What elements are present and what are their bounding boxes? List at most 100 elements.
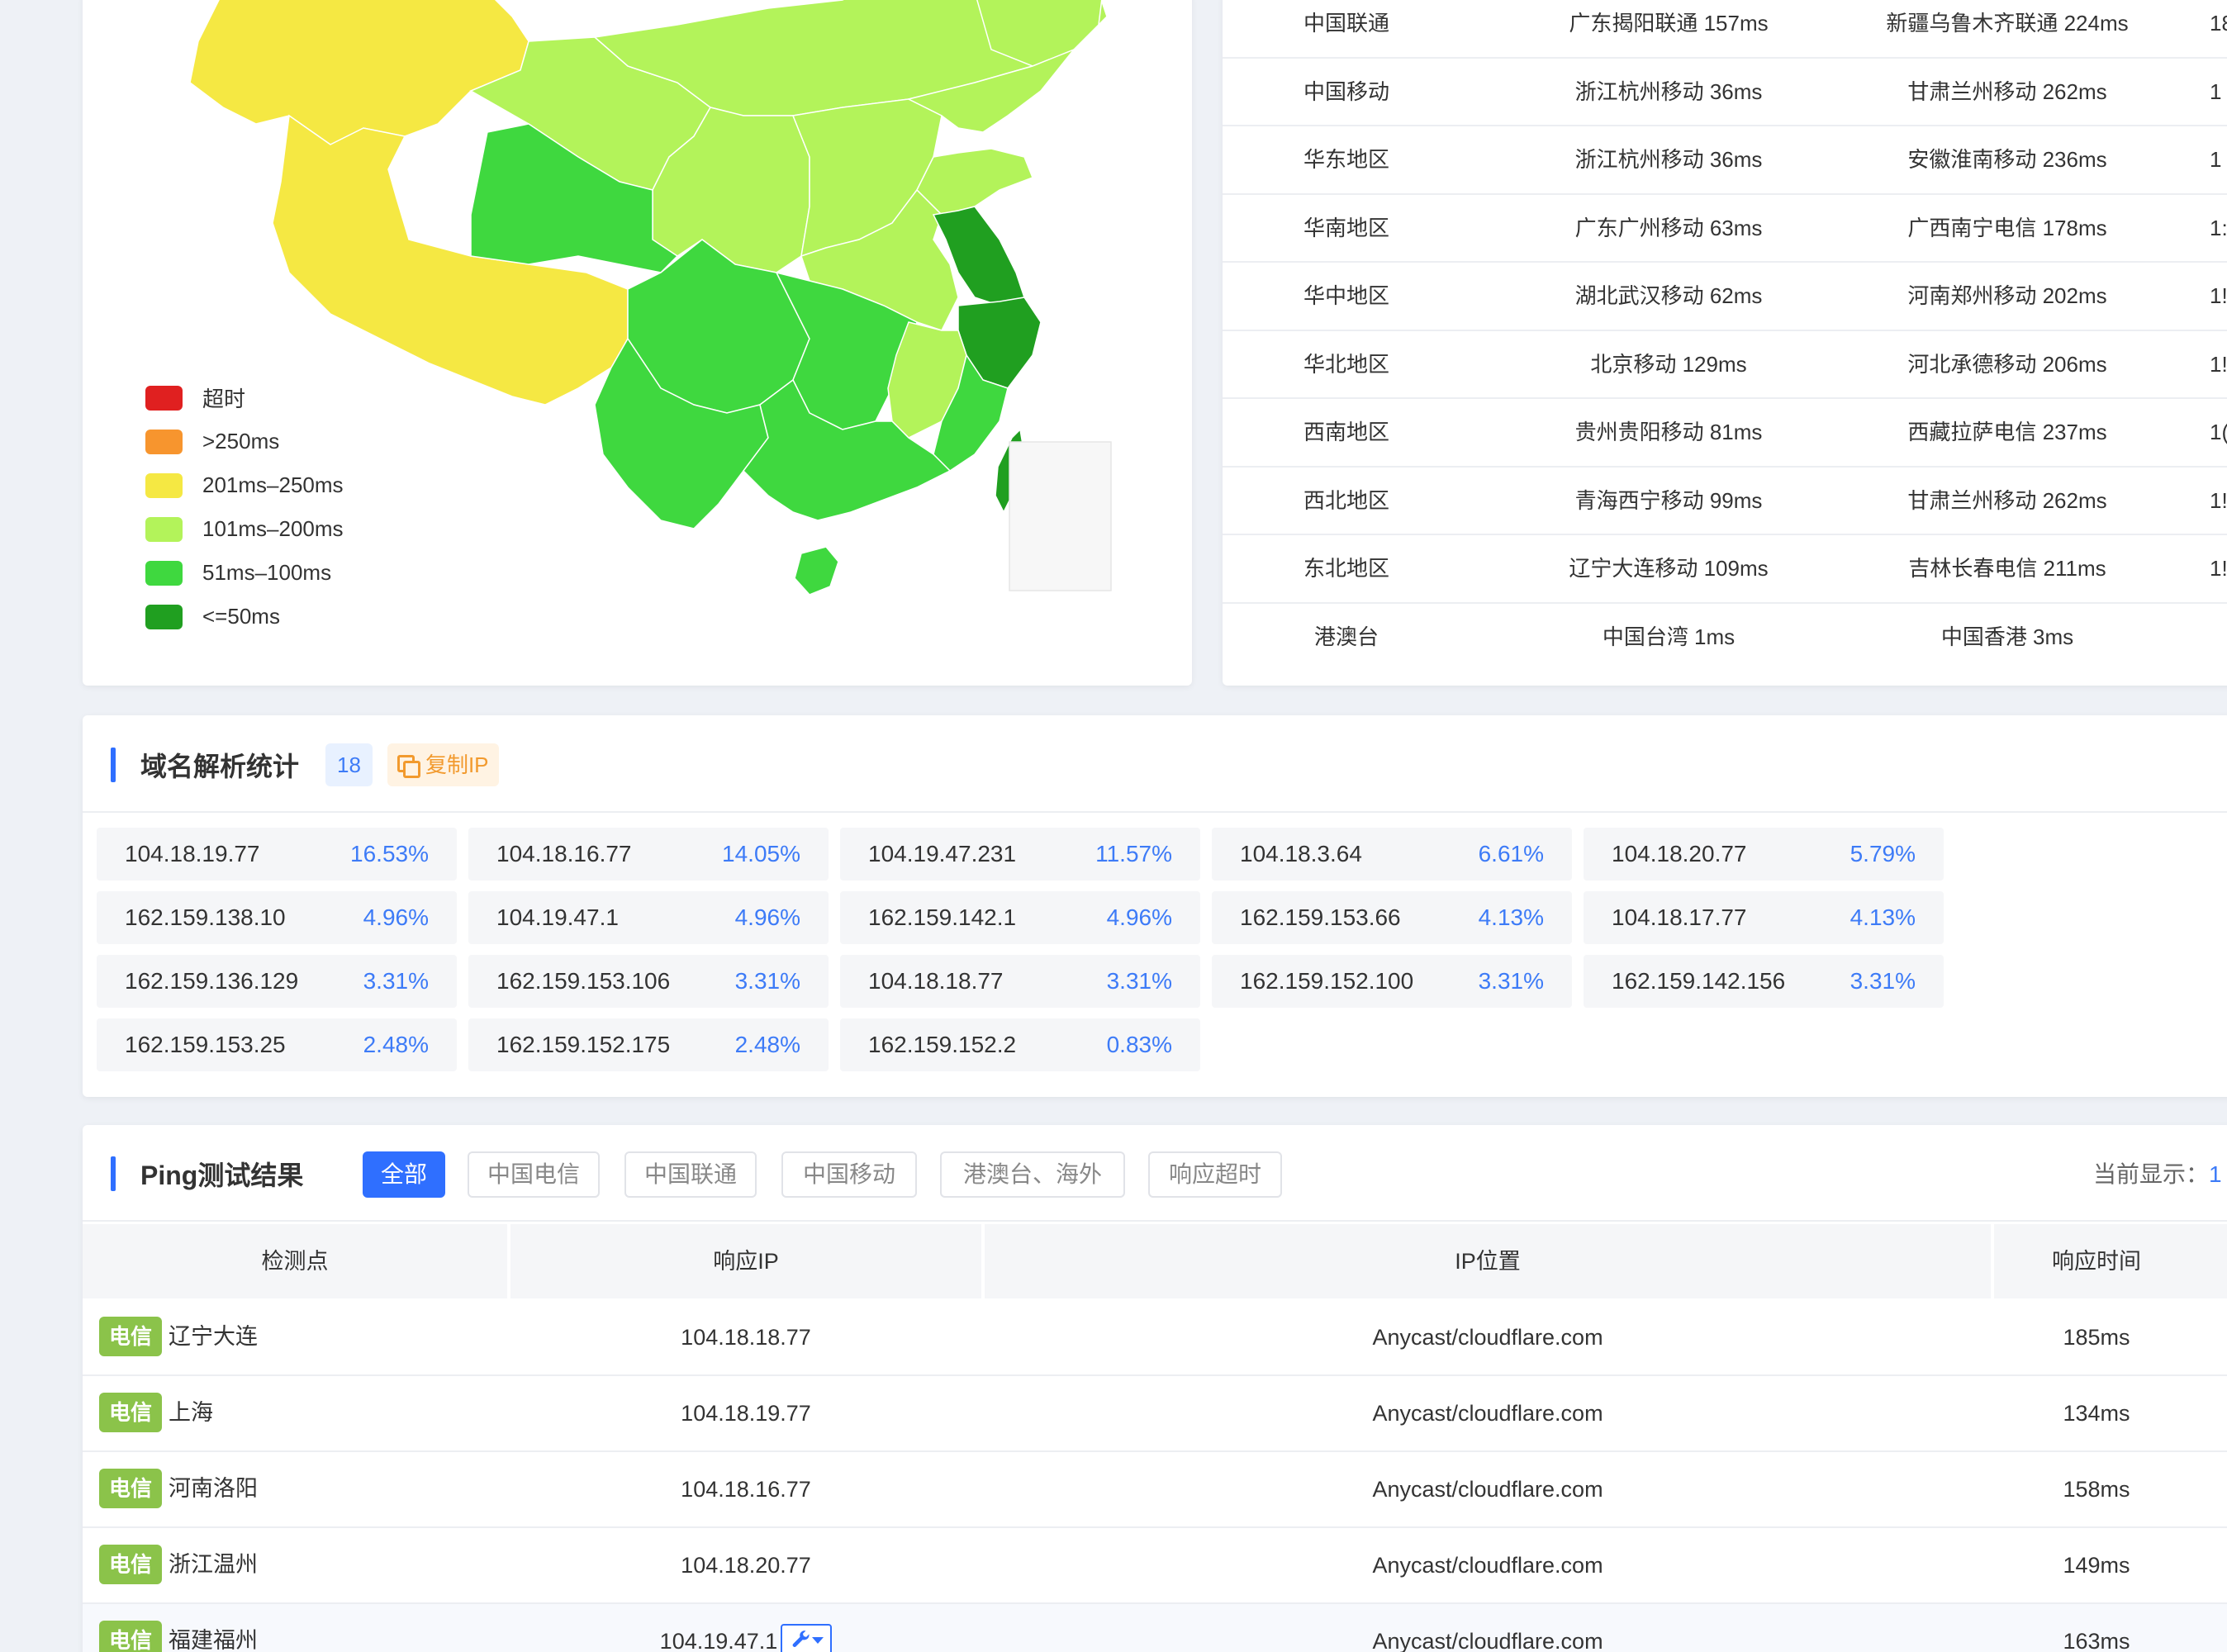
ip-percentage: 11.57% <box>1095 841 1172 866</box>
ip-address: 162.159.153.106 <box>496 968 671 994</box>
ip-stat-cell[interactable]: 104.18.16.77 14.05% <box>468 828 829 881</box>
region-slowest: 甘肃兰州移动 262ms <box>1907 78 2107 104</box>
ip-stat-cell[interactable]: 162.159.136.129 3.31% <box>97 955 457 1008</box>
tab-timeout[interactable]: 响应超时 <box>1148 1151 1282 1198</box>
ip-stat-cell[interactable]: 162.159.152.175 2.48% <box>468 1018 829 1071</box>
region-fastest: 辽宁大连移动 109ms <box>1569 556 1769 581</box>
tab-hk-macau-taiwan-overseas[interactable]: 港澳台、海外 <box>940 1151 1125 1198</box>
region-slowest: 吉林长春电信 211ms <box>1908 556 2106 581</box>
legend-label: 101ms–200ms <box>202 516 344 541</box>
region-row: 西南地区 贵州贵阳移动 81ms 西藏拉萨电信 237ms 1( <box>1223 399 2227 468</box>
response-time: 185ms <box>2063 1325 2130 1350</box>
ip-stat-cell[interactable]: 104.18.18.77 3.31% <box>840 955 1200 1008</box>
table-row: 电信 福建福州 104.19.47.1 Anycast/cloudflare.c… <box>83 1604 2227 1652</box>
ip-stat-cell[interactable]: 162.159.152.2 0.83% <box>840 1018 1200 1071</box>
ip-stat-cell[interactable]: 104.18.3.64 6.61% <box>1212 828 1572 881</box>
region-name: 中国移动 <box>1303 78 1389 104</box>
region-average: 1( <box>2210 420 2227 444</box>
south-china-sea-inset <box>1009 441 1112 591</box>
ip-stat-cell[interactable]: 162.159.153.66 4.13% <box>1212 891 1572 944</box>
region-fastest: 青海西宁移动 99ms <box>1574 487 1763 513</box>
ip-stat-cell[interactable]: 162.159.153.25 2.48% <box>97 1018 457 1071</box>
response-time: 149ms <box>2063 1553 2130 1578</box>
ip-percentage: 4.96% <box>734 904 800 930</box>
response-time: 163ms <box>2063 1629 2130 1652</box>
region-row: 西北地区 青海西宁移动 99ms 甘肃兰州移动 262ms 1! <box>1223 468 2227 535</box>
ip-stat-cell[interactable]: 162.159.152.100 3.31% <box>1212 955 1572 1008</box>
ip-stat-cell[interactable]: 162.159.142.1 4.96% <box>840 891 1200 944</box>
region-average: 1: <box>2210 215 2227 240</box>
chevron-down-icon <box>812 1636 824 1644</box>
checkpoint-location: 福建福州 <box>169 1628 258 1652</box>
ip-stat-cell[interactable]: 104.18.20.77 5.79% <box>1584 828 1944 881</box>
legend-swatch <box>145 516 183 542</box>
legend-item-under-50[interactable]: <=50ms <box>145 595 344 638</box>
region-name: 华北地区 <box>1303 351 1389 377</box>
ip-percentage: 2.48% <box>734 1032 800 1057</box>
region-name: 华南地区 <box>1303 215 1389 240</box>
tab-china-mobile[interactable]: 中国移动 <box>781 1151 917 1198</box>
isp-badge: 电信 <box>99 1545 162 1584</box>
copy-ip-button[interactable]: 复制IP <box>387 743 499 786</box>
ip-stat-cell[interactable]: 104.19.47.1 4.96% <box>468 891 829 944</box>
region-slowest: 西藏拉萨电信 237ms <box>1907 420 2107 444</box>
tab-china-telecom[interactable]: 中国电信 <box>468 1151 600 1198</box>
header-checkpoint[interactable]: 检测点 <box>83 1224 507 1298</box>
ip-percentage: 6.61% <box>1478 841 1544 866</box>
ip-address: 162.159.152.100 <box>1240 968 1414 994</box>
region-row: 东北地区 辽宁大连移动 109ms 吉林长春电信 211ms 1! <box>1223 535 2227 604</box>
region-average: 1 <box>2210 147 2222 172</box>
ip-location: Anycast/cloudflare.com <box>1372 1553 1603 1578</box>
isp-badge: 电信 <box>99 1469 162 1508</box>
tab-china-unicom[interactable]: 中国联通 <box>624 1151 757 1198</box>
region-row: 中国联通 广东揭阳联通 157ms 新疆乌鲁木齐联通 224ms 18 <box>1223 0 2227 59</box>
region-name: 西北地区 <box>1303 487 1389 513</box>
header-ip-location[interactable]: IP位置 <box>985 1224 1991 1298</box>
map-region-hainan[interactable] <box>794 546 839 596</box>
header-response-ip[interactable]: 响应IP <box>510 1224 981 1298</box>
ip-location: Anycast/cloudflare.com <box>1372 1629 1603 1652</box>
ip-percentage: 4.96% <box>363 904 429 930</box>
ip-percentage: 3.31% <box>363 968 429 994</box>
ip-stat-cell[interactable]: 104.18.19.77 16.53% <box>97 828 457 881</box>
legend-item-51-100[interactable]: 51ms–100ms <box>145 551 344 595</box>
map-region-shandong[interactable] <box>916 148 1033 216</box>
ip-stat-cell[interactable]: 162.159.142.156 3.31% <box>1584 955 1944 1008</box>
legend-item-timeout[interactable]: 超时 <box>145 376 344 420</box>
wrench-icon <box>792 1631 810 1647</box>
region-fastest: 贵州贵阳移动 81ms <box>1574 420 1763 444</box>
legend-item-101-200[interactable]: 101ms–200ms <box>145 507 344 551</box>
region-average: 1 <box>2210 78 2222 104</box>
ping-results-card: Ping测试结果 全部 中国电信 中国联通 中国移动 港澳台、海外 响应超时 当… <box>83 1125 2227 1652</box>
ip-stat-cell[interactable]: 104.19.47.231 11.57% <box>840 828 1200 881</box>
ip-address: 162.159.142.156 <box>1612 968 1786 994</box>
legend-label: <=50ms <box>202 604 280 629</box>
region-slowest: 河南郑州移动 202ms <box>1907 283 2107 308</box>
ip-stat-cell[interactable]: 162.159.153.106 3.31% <box>468 955 829 1008</box>
ip-percentage: 4.96% <box>1106 904 1172 930</box>
legend-item-201-250[interactable]: 201ms–250ms <box>145 463 344 507</box>
ip-percentage: 4.13% <box>1478 904 1544 930</box>
ip-tools-dropdown[interactable] <box>781 1623 833 1652</box>
region-row: 华东地区 浙江杭州移动 36ms 安徽淮南移动 236ms 1 <box>1223 126 2227 195</box>
ip-stat-cell[interactable]: 104.18.17.77 4.13% <box>1584 891 1944 944</box>
header-response-time[interactable]: 响应时间 <box>1994 1224 2199 1298</box>
ping-table-header: 检测点 响应IP IP位置 响应时间 <box>83 1224 2227 1298</box>
region-row: 华北地区 北京移动 129ms 河北承德移动 206ms 1! <box>1223 331 2227 399</box>
region-row: 华中地区 湖北武汉移动 62ms 河南郑州移动 202ms 1! <box>1223 263 2227 331</box>
ip-location: Anycast/cloudflare.com <box>1372 1401 1603 1426</box>
ip-stat-cell[interactable]: 162.159.138.10 4.96% <box>97 891 457 944</box>
map-region-xinjiang[interactable] <box>189 0 529 145</box>
ping-header: Ping测试结果 <box>111 1155 303 1193</box>
region-average: 18 <box>2210 11 2227 36</box>
checkpoint-location: 河南洛阳 <box>169 1476 258 1501</box>
title-accent-bar <box>111 748 116 782</box>
response-ip: 104.18.19.77 <box>681 1401 811 1426</box>
table-row: 电信 浙江温州 104.18.20.77 Anycast/cloudflare.… <box>83 1528 2227 1604</box>
region-name: 华中地区 <box>1303 283 1389 308</box>
region-slowest: 安徽淮南移动 236ms <box>1907 147 2107 172</box>
ip-percentage: 3.31% <box>1106 968 1172 994</box>
current-display-count: 当前显示：1 <box>2093 1151 2222 1198</box>
legend-item-over-250[interactable]: >250ms <box>145 420 344 463</box>
tab-all[interactable]: 全部 <box>363 1151 445 1198</box>
